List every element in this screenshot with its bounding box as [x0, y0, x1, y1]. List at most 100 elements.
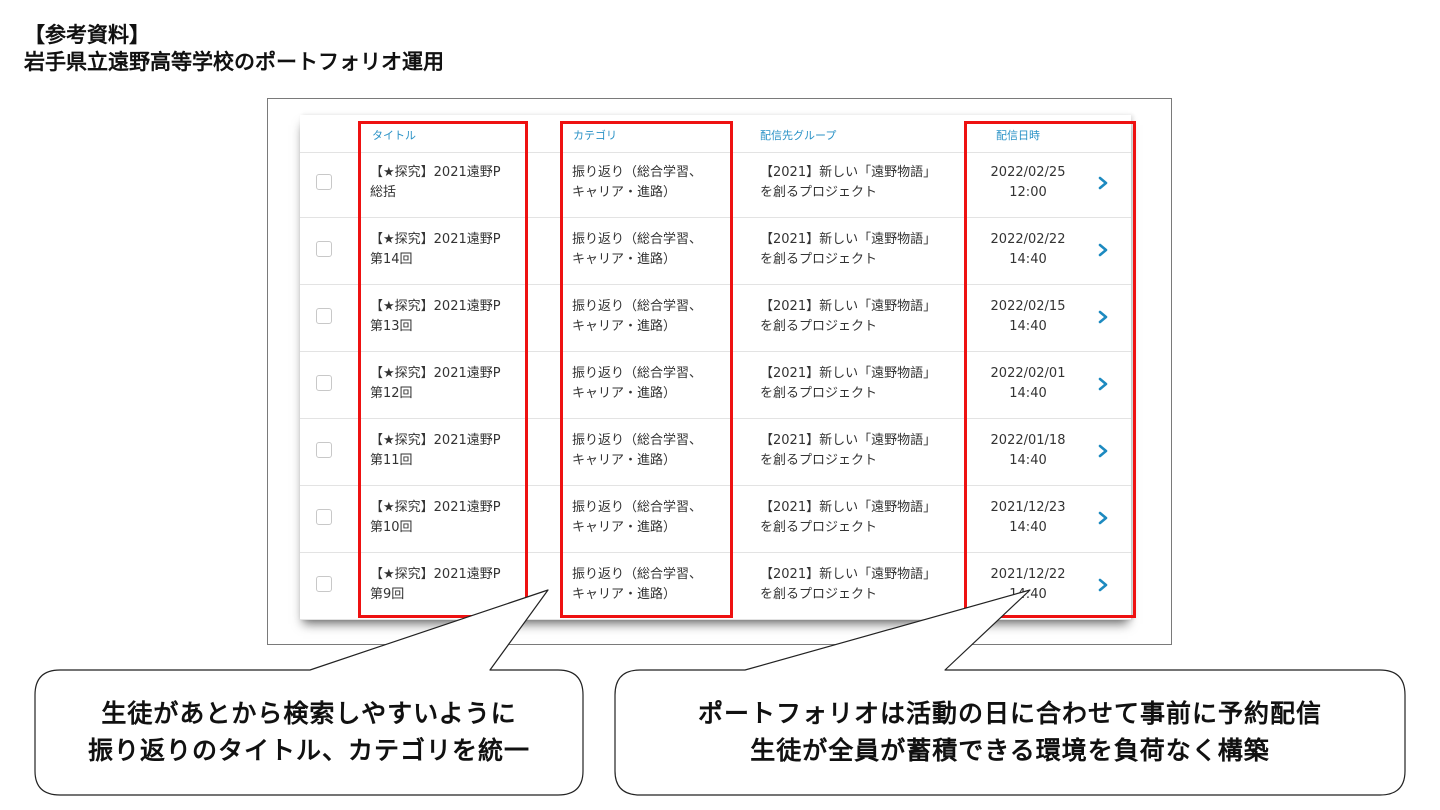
cell-group-line2: を創るプロジェクト — [760, 453, 878, 468]
cell-title-line2: 第11回 — [370, 453, 413, 468]
table-row[interactable]: 【★探究】2021遠野P 第13回 振り返り（総合学習、 キャリア・進路） 【2021】… — [300, 286, 1131, 352]
row-checkbox[interactable] — [316, 308, 332, 324]
cell-date: 2021/12/22 — [990, 567, 1066, 582]
cell-group-line2: を創るプロジェクト — [760, 520, 878, 535]
chevron-right-icon[interactable] — [1095, 575, 1111, 595]
cell-category-line2: キャリア・進路） — [572, 587, 677, 602]
row-checkbox[interactable] — [316, 442, 332, 458]
delivery-table: タイトル カテゴリ 配信先グループ 配信日時 【★探究】2021遠野P 総括 振り返… — [300, 115, 1131, 620]
cell-title-line1: 【★探究】2021遠野P — [370, 165, 501, 180]
cell-category-line2: キャリア・進路） — [572, 386, 677, 401]
left-callout-line2: 振り返りのタイトル、カテゴリを統一 — [87, 736, 530, 765]
cell-category: 振り返り（総合学習、 キャリア・進路） — [572, 163, 702, 203]
cell-group-line1: 【2021】新しい「遠野物語」 — [760, 165, 937, 180]
cell-title-line2: 総括 — [370, 185, 397, 200]
header-group[interactable]: 配信先グループ — [760, 127, 836, 143]
cell-group: 【2021】新しい「遠野物語」 を創るプロジェクト — [760, 297, 936, 337]
table-row[interactable]: 【★探究】2021遠野P 第12回 振り返り（総合学習、 キャリア・進路） 【2021】… — [300, 353, 1131, 419]
cell-category-line2: キャリア・進路） — [572, 252, 677, 267]
cell-category-line1: 振り返り（総合学習、 — [572, 433, 703, 448]
header-category[interactable]: カテゴリ — [573, 127, 617, 143]
cell-category-line2: キャリア・進路） — [572, 520, 677, 535]
cell-group-line2: を創るプロジェクト — [760, 185, 878, 200]
cell-group: 【2021】新しい「遠野物語」 を創るプロジェクト — [760, 230, 936, 270]
cell-group-line1: 【2021】新しい「遠野物語」 — [760, 299, 937, 314]
cell-title-line1: 【★探究】2021遠野P — [370, 299, 501, 314]
chevron-right-icon[interactable] — [1095, 173, 1111, 193]
cell-group: 【2021】新しい「遠野物語」 を創るプロジェクト — [760, 565, 936, 605]
cell-group-line1: 【2021】新しい「遠野物語」 — [760, 500, 937, 515]
cell-category: 振り返り（総合学習、 キャリア・進路） — [572, 364, 702, 404]
cell-title-line1: 【★探究】2021遠野P — [370, 567, 501, 582]
cell-group-line2: を創るプロジェクト — [760, 386, 878, 401]
cell-datetime: 2022/02/01 14:40 — [978, 364, 1078, 404]
cell-title-line1: 【★探究】2021遠野P — [370, 500, 501, 515]
slide-title: 【参考資料】 岩手県立遠野高等学校のポートフォリオ運用 — [24, 22, 444, 76]
cell-group: 【2021】新しい「遠野物語」 を創るプロジェクト — [760, 163, 936, 203]
cell-title-line1: 【★探究】2021遠野P — [370, 433, 501, 448]
cell-datetime: 2022/01/18 14:40 — [978, 431, 1078, 471]
left-callout-line1: 生徒があとから検索しやすいように — [101, 699, 517, 728]
cell-category: 振り返り（総合学習、 キャリア・進路） — [572, 230, 702, 270]
cell-group-line1: 【2021】新しい「遠野物語」 — [760, 567, 937, 582]
cell-time: 14:40 — [1009, 520, 1047, 535]
cell-category-line1: 振り返り（総合学習、 — [572, 500, 703, 515]
table-row[interactable]: 【★探究】2021遠野P 第10回 振り返り（総合学習、 キャリア・進路） 【2021】… — [300, 487, 1131, 553]
left-callout-text: 生徒があとから検索しやすいように 振り返りのタイトル、カテゴリを統一 — [35, 695, 583, 769]
row-checkbox[interactable] — [316, 241, 332, 257]
chevron-right-icon[interactable] — [1095, 307, 1111, 327]
right-callout-line1: ポートフォリオは活動の日に合わせて事前に予約配信 — [697, 699, 1322, 728]
slide-title-line1: 【参考資料】 — [24, 23, 150, 47]
cell-group: 【2021】新しい「遠野物語」 を創るプロジェクト — [760, 431, 936, 471]
cell-category-line1: 振り返り（総合学習、 — [572, 366, 703, 381]
cell-time: 14:40 — [1009, 386, 1047, 401]
slide-title-line2: 岩手県立遠野高等学校のポートフォリオ運用 — [24, 50, 444, 74]
cell-group-line2: を創るプロジェクト — [760, 319, 878, 334]
chevron-right-icon[interactable] — [1095, 508, 1111, 528]
cell-category: 振り返り（総合学習、 キャリア・進路） — [572, 498, 702, 538]
cell-category-line2: キャリア・進路） — [572, 319, 677, 334]
cell-title-line2: 第13回 — [370, 319, 413, 334]
cell-time: 14:40 — [1009, 587, 1047, 602]
table-row[interactable]: 【★探究】2021遠野P 総括 振り返り（総合学習、 キャリア・進路） 【2021】新し… — [300, 152, 1131, 218]
cell-category: 振り返り（総合学習、 キャリア・進路） — [572, 297, 702, 337]
table-header: タイトル カテゴリ 配信先グループ 配信日時 — [300, 115, 1131, 153]
cell-title: 【★探究】2021遠野P 第10回 — [370, 498, 501, 538]
cell-title-line2: 第9回 — [370, 587, 405, 602]
table-row[interactable]: 【★探究】2021遠野P 第9回 振り返り（総合学習、 キャリア・進路） 【2021】新… — [300, 554, 1131, 620]
cell-category-line1: 振り返り（総合学習、 — [572, 232, 703, 247]
row-checkbox[interactable] — [316, 509, 332, 525]
cell-datetime: 2022/02/25 12:00 — [978, 163, 1078, 203]
cell-group-line2: を創るプロジェクト — [760, 587, 878, 602]
cell-group-line1: 【2021】新しい「遠野物語」 — [760, 433, 937, 448]
cell-group: 【2021】新しい「遠野物語」 を創るプロジェクト — [760, 498, 936, 538]
cell-date: 2022/02/01 — [990, 366, 1066, 381]
cell-category: 振り返り（総合学習、 キャリア・進路） — [572, 431, 702, 471]
cell-title: 【★探究】2021遠野P 総括 — [370, 163, 501, 203]
cell-category-line2: キャリア・進路） — [572, 453, 677, 468]
cell-group-line2: を創るプロジェクト — [760, 252, 878, 267]
cell-title: 【★探究】2021遠野P 第13回 — [370, 297, 501, 337]
header-title[interactable]: タイトル — [372, 127, 416, 143]
cell-datetime: 2022/02/15 14:40 — [978, 297, 1078, 337]
cell-group-line1: 【2021】新しい「遠野物語」 — [760, 366, 937, 381]
cell-title: 【★探究】2021遠野P 第12回 — [370, 364, 501, 404]
cell-title-line2: 第10回 — [370, 520, 413, 535]
chevron-right-icon[interactable] — [1095, 240, 1111, 260]
row-checkbox[interactable] — [316, 375, 332, 391]
cell-time: 12:00 — [1009, 185, 1047, 200]
cell-title-line2: 第12回 — [370, 386, 413, 401]
chevron-right-icon[interactable] — [1095, 441, 1111, 461]
cell-category-line1: 振り返り（総合学習、 — [572, 165, 703, 180]
cell-category-line2: キャリア・進路） — [572, 185, 677, 200]
cell-time: 14:40 — [1009, 453, 1047, 468]
table-row[interactable]: 【★探究】2021遠野P 第11回 振り返り（総合学習、 キャリア・進路） 【2021】… — [300, 420, 1131, 486]
row-checkbox[interactable] — [316, 576, 332, 592]
table-row[interactable]: 【★探究】2021遠野P 第14回 振り返り（総合学習、 キャリア・進路） 【2021】… — [300, 219, 1131, 285]
row-checkbox[interactable] — [316, 174, 332, 190]
header-datetime[interactable]: 配信日時 — [996, 127, 1040, 143]
chevron-right-icon[interactable] — [1095, 374, 1111, 394]
cell-category-line1: 振り返り（総合学習、 — [572, 567, 703, 582]
cell-date: 2021/12/23 — [990, 500, 1066, 515]
right-callout-line2: 生徒が全員が蓄積できる環境を負荷なく構築 — [750, 736, 1270, 765]
